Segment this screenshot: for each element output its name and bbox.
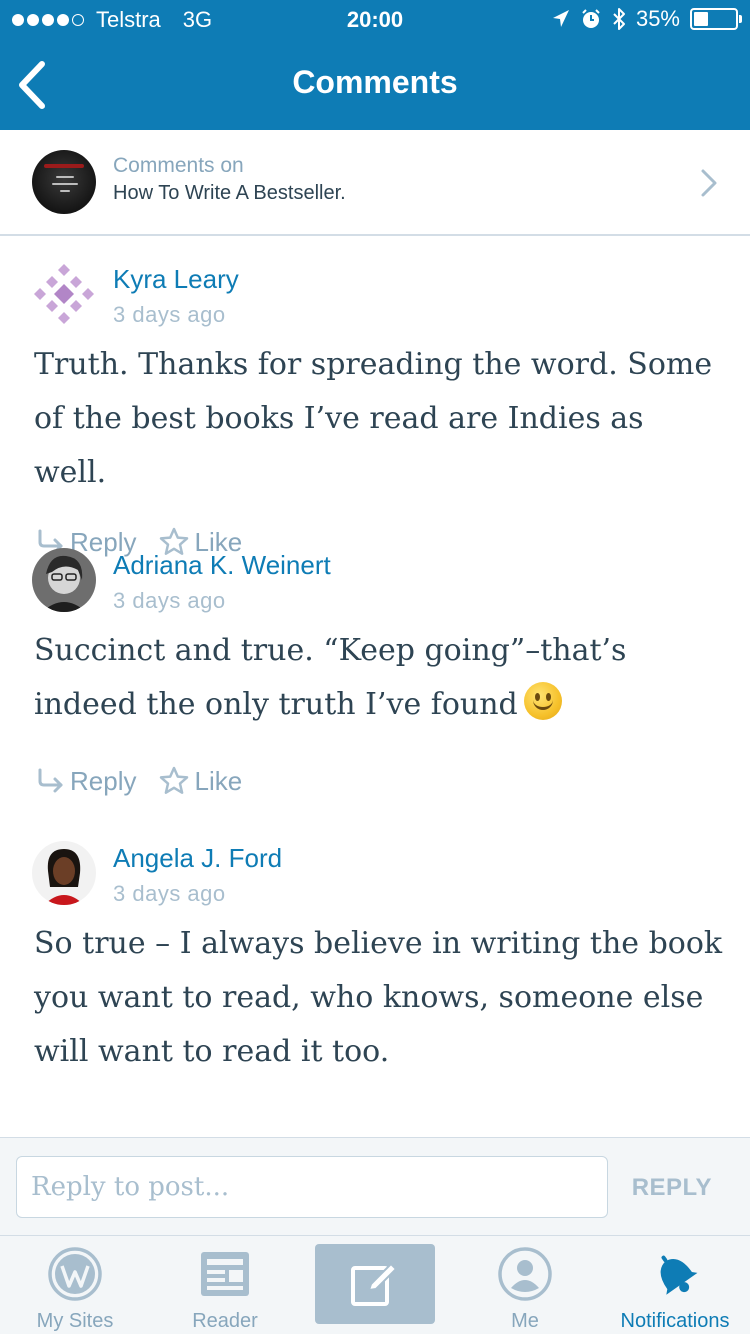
status-bar: Telstra 3G 20:00 35% <box>0 0 750 40</box>
battery-percent: 35% <box>635 6 680 31</box>
reader-icon <box>201 1252 249 1296</box>
comment-item: Angela J. Ford 3 days ago So true – I al… <box>0 824 750 1134</box>
comment-date: 3 days ago <box>113 881 226 906</box>
comment-item: Kyra Leary 3 days ago Truth. Thanks for … <box>0 238 750 557</box>
post-title: How To Write A Bestseller. <box>113 182 346 204</box>
site-avatar <box>32 150 96 214</box>
bluetooth-icon <box>613 8 625 30</box>
tab-reader[interactable]: Reader <box>150 1236 300 1334</box>
comment-actions: Reply Like <box>34 765 264 797</box>
avatar[interactable] <box>32 841 96 905</box>
tab-bar: My Sites Reader Me Notifications <box>0 1235 750 1334</box>
tab-notifications[interactable]: Notifications <box>600 1236 750 1334</box>
post-meta: Comments on How To Write A Bestseller. <box>113 154 346 205</box>
reply-label: Reply <box>70 765 137 796</box>
carrier-name: Telstra <box>96 7 161 32</box>
comment-text: Truth. Thanks for spreading the word. So… <box>34 347 713 490</box>
comment-author[interactable]: Adriana K. Weinert <box>113 550 331 581</box>
chevron-right-icon <box>701 169 717 197</box>
write-post-icon <box>351 1262 398 1306</box>
star-icon <box>160 766 189 794</box>
profile-icon <box>498 1247 552 1301</box>
smiley-emoji-icon <box>523 682 562 720</box>
post-header-row[interactable]: Comments on How To Write A Bestseller. <box>0 130 750 236</box>
tab-label: Reader <box>192 1310 258 1332</box>
network-type: 3G <box>182 7 213 32</box>
alarm-clock-icon <box>582 9 600 28</box>
top-bar: Telstra 3G 20:00 35% Comments <box>0 0 750 130</box>
comment-item: Adriana K. Weinert 3 days ago Succinct a… <box>0 531 750 824</box>
tab-write-post[interactable] <box>315 1244 435 1324</box>
comment-date: 3 days ago <box>113 302 226 327</box>
nav-bar: Comments <box>0 40 750 130</box>
page-title: Comments <box>292 64 458 100</box>
comment-author[interactable]: Kyra Leary <box>113 264 239 295</box>
post-label: Comments on <box>113 154 244 177</box>
status-left: Telstra 3G <box>12 7 212 33</box>
comment-text-block: Succinct and true. “Keep going”–that’s i… <box>34 624 724 732</box>
tab-my-sites[interactable]: My Sites <box>0 1236 150 1334</box>
tab-label: Notifications <box>620 1310 730 1332</box>
wordpress-icon <box>48 1247 102 1301</box>
avatar[interactable] <box>32 262 96 326</box>
reply-input[interactable] <box>16 1156 608 1218</box>
status-right: 35% <box>552 6 742 32</box>
like-label: Like <box>194 765 243 796</box>
comments-list: Kyra Leary 3 days ago Truth. Thanks for … <box>0 238 750 1134</box>
signal-strength-icon <box>12 14 84 26</box>
tab-label: Me <box>511 1310 539 1332</box>
like-button[interactable]: Like <box>158 765 242 797</box>
reply-button[interactable]: Reply <box>34 766 136 797</box>
battery-icon <box>690 8 742 30</box>
avatar[interactable] <box>32 548 96 612</box>
bell-icon <box>660 1255 698 1295</box>
tab-label: My Sites <box>36 1310 114 1332</box>
reply-bar: REPLY <box>0 1137 750 1235</box>
location-arrow-icon <box>552 10 569 27</box>
tab-me[interactable]: Me <box>450 1236 600 1334</box>
comment-date: 3 days ago <box>113 588 226 613</box>
comment-author[interactable]: Angela J. Ford <box>113 843 282 874</box>
comment-text: So true – I always believe in writing th… <box>34 926 723 1069</box>
reply-submit-button[interactable]: REPLY <box>632 1174 712 1202</box>
reply-icon <box>38 768 63 793</box>
